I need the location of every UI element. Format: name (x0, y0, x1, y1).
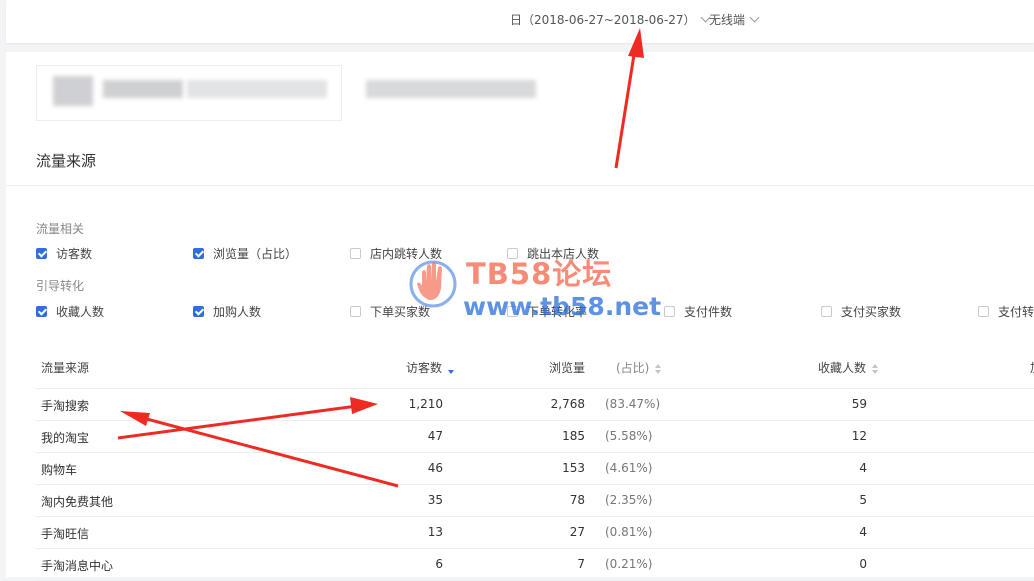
checkbox-empty-icon (350, 306, 361, 317)
cell-share: (2.35%) (605, 493, 653, 507)
cell-favorites: 4 (859, 525, 867, 539)
cell-visitors: 46 (427, 461, 443, 475)
cell-source: 手淘消息中心 (41, 559, 114, 573)
cell-source: 淘内免费其他 (41, 495, 114, 509)
chevron-down-icon (749, 12, 760, 23)
cell-pageviews: 2,768 (550, 397, 585, 411)
checkbox-empty-icon (350, 248, 361, 259)
date-range-label: 日（2018-06-27~2018-06-27） (510, 13, 696, 27)
checkbox-add-cart[interactable]: 加购人数 (193, 303, 261, 320)
filter-group-traffic-label: 流量相关 (36, 222, 85, 236)
checkbox-checked-icon (193, 248, 204, 259)
column-header-share[interactable]: (占比) (616, 359, 662, 376)
date-range-dropdown[interactable]: 日（2018-06-27~2018-06-27） (510, 11, 710, 28)
watermark-url: www.tb58.net (463, 292, 662, 321)
header-divider (36, 388, 1034, 389)
filter-group-conversion-label: 引导转化 (36, 279, 85, 293)
device-dropdown[interactable]: 无线端 (709, 11, 760, 28)
sort-icon[interactable] (872, 363, 879, 374)
hand-logo-icon (409, 260, 457, 308)
cell-source: 手淘旺信 (41, 527, 90, 541)
cell-pageviews: 185 (562, 429, 585, 443)
watermark-title: TB58论坛 (466, 257, 613, 291)
checkbox-pageviews[interactable]: 浏览量（占比） (193, 245, 297, 262)
cell-favorites: 12 (851, 429, 867, 443)
cell-share: (5.58%) (605, 429, 653, 443)
cell-favorites: 4 (859, 461, 867, 475)
checkbox-checked-icon (193, 306, 204, 317)
cell-visitors: 35 (427, 493, 443, 507)
checkbox-empty-icon (978, 306, 989, 317)
checkbox-checked-icon (36, 306, 47, 317)
cell-share: (0.21%) (605, 557, 653, 571)
cell-source: 手淘搜索 (41, 399, 90, 413)
checkbox-empty-icon (821, 306, 832, 317)
cell-favorites: 59 (851, 397, 867, 411)
column-header-favorites[interactable]: 收藏人数 (818, 359, 879, 376)
cell-favorites: 5 (859, 493, 867, 507)
checkbox-checked-icon (36, 248, 47, 259)
top-filter-bar: 日（2018-06-27~2018-06-27） 无线端 (6, 0, 1034, 43)
blurred-shop-meta (366, 80, 536, 98)
cell-visitors: 1,210 (408, 397, 443, 411)
cell-source: 购物车 (41, 463, 78, 477)
checkbox-paid-items[interactable]: 支付件数 (664, 303, 732, 320)
cell-favorites: 0 (859, 557, 867, 571)
row-divider (36, 516, 1034, 517)
column-header-source: 流量来源 (41, 361, 90, 375)
checkbox-visitors[interactable]: 访客数 (36, 245, 92, 262)
cell-share: (83.47%) (605, 397, 661, 411)
sort-desc-icon[interactable] (448, 363, 455, 374)
row-divider (36, 420, 1034, 421)
row-divider (36, 548, 1034, 549)
column-header-pageviews: 浏览量 (549, 361, 586, 375)
checkbox-favorites[interactable]: 收藏人数 (36, 303, 104, 320)
cell-pageviews: 78 (569, 493, 585, 507)
checkbox-paid-buyers[interactable]: 支付买家数 (821, 303, 901, 320)
cell-visitors: 47 (427, 429, 443, 443)
cell-visitors: 13 (427, 525, 443, 539)
device-label: 无线端 (709, 13, 746, 27)
cell-source: 我的淘宝 (41, 431, 90, 445)
column-header-add-cart: 加 (1030, 359, 1034, 376)
cell-pageviews: 153 (562, 461, 585, 475)
cell-share: (0.81%) (605, 525, 653, 539)
row-divider (36, 452, 1034, 453)
cell-visitors: 6 (435, 557, 443, 571)
column-header-visitors[interactable]: 访客数 (406, 359, 455, 376)
cell-pageviews: 7 (577, 557, 585, 571)
cell-share: (4.61%) (605, 461, 653, 475)
divider (6, 185, 1034, 186)
checkbox-empty-icon (664, 306, 675, 317)
sort-icon[interactable] (655, 363, 662, 374)
section-title: 流量来源 (36, 152, 97, 170)
cell-pageviews: 27 (569, 525, 585, 539)
checkbox-paid-conversion[interactable]: 支付转 (978, 303, 1034, 320)
row-divider (36, 484, 1034, 485)
blurred-shop-info (36, 65, 342, 121)
